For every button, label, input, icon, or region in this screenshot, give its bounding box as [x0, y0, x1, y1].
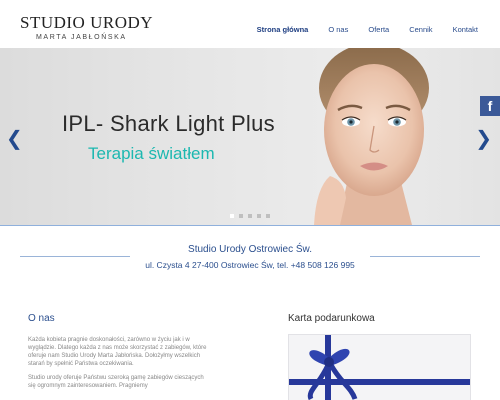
nav-item-about[interactable]: O nas [328, 25, 348, 34]
gift-card-image[interactable] [288, 334, 471, 400]
logo[interactable]: STUDIO URODY MARTA JABŁOŃSKA [20, 13, 154, 42]
divider [0, 225, 500, 226]
logo-title: STUDIO URODY [20, 13, 154, 32]
studio-address: ul. Czysta 4 27-400 Ostrowiec Św, tel. +… [145, 260, 355, 270]
hero-slider: IPL- Shark Light Plus Terapia światłem ❮… [0, 48, 500, 225]
slider-dot[interactable] [257, 214, 261, 218]
divider [20, 256, 130, 257]
chevron-left-icon[interactable]: ❮ [6, 126, 23, 151]
about-paragraph: Każda kobieta pragnie doskonałości, zaró… [28, 337, 207, 367]
studio-name: Studio Urody Ostrowiec Św. [188, 244, 312, 255]
slide-title: IPL- Shark Light Plus [62, 111, 275, 136]
nav-item-home[interactable]: Strona główna [257, 25, 309, 34]
main-nav: Strona główna O nas Oferta Cennik Kontak… [257, 25, 478, 34]
divider [370, 256, 480, 257]
slider-dot[interactable] [248, 214, 252, 218]
nav-item-pricing[interactable]: Cennik [409, 25, 432, 34]
slider-dots [230, 214, 270, 218]
about-section: O nas Każda kobieta pragnie doskonałości… [28, 313, 208, 396]
facebook-icon[interactable]: f [480, 96, 500, 116]
nav-item-contact[interactable]: Kontakt [453, 25, 478, 34]
about-paragraph: Studio urody oferuje Państwu szeroką gam… [28, 375, 204, 389]
nav-item-offer[interactable]: Oferta [368, 25, 389, 34]
about-title: O nas [28, 313, 55, 324]
slider-dot[interactable] [266, 214, 270, 218]
slider-dot[interactable] [239, 214, 243, 218]
gift-card-title: Karta podarunkowa [288, 313, 375, 324]
slider-dot[interactable] [230, 214, 234, 218]
logo-subtitle: MARTA JABŁOŃSKA [36, 34, 127, 41]
slide-subtitle: Terapia światłem [88, 144, 215, 163]
model-face-image [300, 48, 450, 225]
gift-card-section: Karta podarunkowa [288, 313, 474, 400]
chevron-right-icon[interactable]: ❯ [475, 126, 492, 151]
site-header: STUDIO URODY MARTA JABŁOŃSKA Strona głów… [0, 0, 500, 48]
